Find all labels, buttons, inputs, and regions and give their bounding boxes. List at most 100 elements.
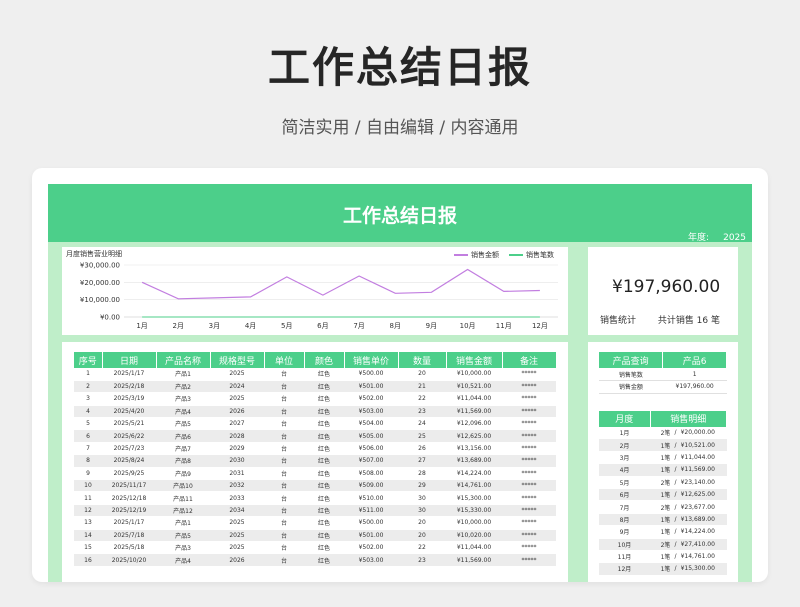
- table-cell[interactable]: 产品3: [156, 392, 210, 406]
- table-cell[interactable]: 红色: [304, 442, 344, 456]
- table-cell[interactable]: ¥509.00: [344, 479, 398, 493]
- table-cell[interactable]: 2025/8/24: [102, 454, 156, 468]
- table-cell[interactable]: 产品5: [156, 529, 210, 542]
- table-row[interactable]: 5 2025/5/21 产品5 2027 台红色 ¥504.00 24 ¥12,096.00 *…: [74, 417, 556, 431]
- table-cell[interactable]: 2025/7/23: [102, 442, 156, 456]
- table-cell[interactable]: 台: [264, 541, 304, 555]
- table-cell[interactable]: ¥501.00: [344, 380, 398, 394]
- table-cell[interactable]: 2032: [210, 479, 264, 493]
- table-row[interactable]: 1 2025/1/17 产品1 2025 台红色 ¥500.00 20 ¥10,000.00 *…: [74, 368, 556, 381]
- table-cell[interactable]: ¥511.00: [344, 504, 398, 518]
- table-cell[interactable]: 产品12: [156, 504, 210, 518]
- table-cell[interactable]: ¥504.00: [344, 417, 398, 431]
- table-cell[interactable]: 2025/11/17: [102, 479, 156, 493]
- table-cell[interactable]: *****: [502, 405, 556, 419]
- table-cell[interactable]: ¥502.00: [344, 541, 398, 555]
- table-row[interactable]: 9 2025/9/25 产品9 2031 台红色 ¥508.00 28 ¥14,224.00 *…: [74, 467, 556, 481]
- table-cell[interactable]: 台: [264, 380, 304, 394]
- table-cell[interactable]: 23: [398, 405, 446, 419]
- table-cell[interactable]: 红色: [304, 553, 344, 567]
- table-cell[interactable]: 台: [264, 491, 304, 505]
- table-cell[interactable]: 13: [74, 516, 102, 530]
- table-cell[interactable]: 2: [74, 380, 102, 394]
- table-cell[interactable]: 4: [74, 405, 102, 419]
- table-cell[interactable]: 9: [74, 467, 102, 481]
- table-cell[interactable]: ¥11,044.00: [446, 392, 502, 406]
- table-cell[interactable]: ¥14,224.00: [446, 467, 502, 481]
- table-cell[interactable]: 2025/7/18: [102, 529, 156, 542]
- table-cell[interactable]: 红色: [304, 392, 344, 406]
- table-cell[interactable]: ¥500.00: [344, 516, 398, 530]
- table-cell[interactable]: 产品1: [156, 516, 210, 530]
- table-cell[interactable]: 产品11: [156, 491, 210, 505]
- table-cell[interactable]: ¥11,569.00: [446, 553, 502, 567]
- table-cell[interactable]: 2025/12/19: [102, 504, 156, 518]
- table-cell[interactable]: 2024: [210, 380, 264, 394]
- table-cell[interactable]: ¥11,044.00: [446, 541, 502, 555]
- table-cell[interactable]: 台: [264, 417, 304, 431]
- table-cell[interactable]: 产品5: [156, 417, 210, 431]
- table-cell[interactable]: 2030: [210, 454, 264, 468]
- table-cell[interactable]: 红色: [304, 467, 344, 481]
- table-cell[interactable]: ¥15,330.00: [446, 504, 502, 518]
- table-cell[interactable]: 产品10: [156, 479, 210, 493]
- table-cell[interactable]: *****: [502, 442, 556, 456]
- table-cell[interactable]: 红色: [304, 417, 344, 431]
- table-cell[interactable]: 10: [74, 479, 102, 493]
- table-cell[interactable]: 22: [398, 392, 446, 406]
- table-cell[interactable]: 红色: [304, 504, 344, 518]
- table-cell[interactable]: ¥11,569.00: [446, 405, 502, 419]
- table-cell[interactable]: 2025: [210, 392, 264, 406]
- table-cell[interactable]: 5: [74, 417, 102, 431]
- table-cell[interactable]: *****: [502, 429, 556, 443]
- table-cell[interactable]: 产品6: [156, 429, 210, 443]
- table-cell[interactable]: ¥12,625.00: [446, 429, 502, 443]
- table-cell[interactable]: 2026: [210, 405, 264, 419]
- table-cell[interactable]: 2025: [210, 541, 264, 555]
- table-cell[interactable]: 28: [398, 467, 446, 481]
- table-cell[interactable]: 红色: [304, 380, 344, 394]
- table-cell[interactable]: *****: [502, 454, 556, 468]
- table-cell[interactable]: ¥13,156.00: [446, 442, 502, 456]
- table-cell[interactable]: 6: [74, 429, 102, 443]
- table-cell[interactable]: 2025/12/18: [102, 491, 156, 505]
- table-cell[interactable]: 台: [264, 504, 304, 518]
- table-cell[interactable]: 红色: [304, 454, 344, 468]
- table-cell[interactable]: 2025: [210, 368, 264, 381]
- table-cell[interactable]: 2025/2/18: [102, 380, 156, 394]
- table-cell[interactable]: ¥12,096.00: [446, 417, 502, 431]
- table-cell[interactable]: 台: [264, 467, 304, 481]
- table-cell[interactable]: *****: [502, 553, 556, 567]
- table-cell[interactable]: 2031: [210, 467, 264, 481]
- table-row[interactable]: 16 2025/10/20 产品4 2026 台红色 ¥503.00 23 ¥11,569.0…: [74, 553, 556, 567]
- table-cell[interactable]: 产品9: [156, 467, 210, 481]
- table-row[interactable]: 8 2025/8/24 产品8 2030 台红色 ¥507.00 27 ¥13,689.00 *…: [74, 454, 556, 468]
- table-cell[interactable]: 红色: [304, 516, 344, 530]
- table-cell[interactable]: ¥503.00: [344, 553, 398, 567]
- table-cell[interactable]: ¥506.00: [344, 442, 398, 456]
- table-cell[interactable]: 8: [74, 454, 102, 468]
- table-cell[interactable]: 25: [398, 429, 446, 443]
- table-cell[interactable]: 产品4: [156, 405, 210, 419]
- table-row[interactable]: 4 2025/4/20 产品4 2026 台红色 ¥503.00 23 ¥11,569.00 *…: [74, 405, 556, 419]
- table-cell[interactable]: 红色: [304, 405, 344, 419]
- table-cell[interactable]: 21: [398, 380, 446, 394]
- table-cell[interactable]: 2025/5/18: [102, 541, 156, 555]
- table-cell[interactable]: *****: [502, 368, 556, 381]
- table-cell[interactable]: ¥502.00: [344, 392, 398, 406]
- table-cell[interactable]: *****: [502, 516, 556, 530]
- table-cell[interactable]: 2025/1/17: [102, 368, 156, 381]
- table-cell[interactable]: 30: [398, 504, 446, 518]
- table-cell[interactable]: 3: [74, 392, 102, 406]
- query-product-select[interactable]: 产品6: [662, 352, 727, 368]
- table-cell[interactable]: 2025/6/22: [102, 429, 156, 443]
- table-cell[interactable]: 2025/3/19: [102, 392, 156, 406]
- table-cell[interactable]: 红色: [304, 429, 344, 443]
- table-cell[interactable]: ¥10,000.00: [446, 368, 502, 381]
- table-cell[interactable]: 2027: [210, 417, 264, 431]
- table-cell[interactable]: *****: [502, 380, 556, 394]
- table-cell[interactable]: 2033: [210, 491, 264, 505]
- table-row[interactable]: 7 2025/7/23 产品7 2029 台红色 ¥506.00 26 ¥13,156.00 *…: [74, 442, 556, 456]
- table-cell[interactable]: 2025/1/17: [102, 516, 156, 530]
- table-cell[interactable]: 2025/9/25: [102, 467, 156, 481]
